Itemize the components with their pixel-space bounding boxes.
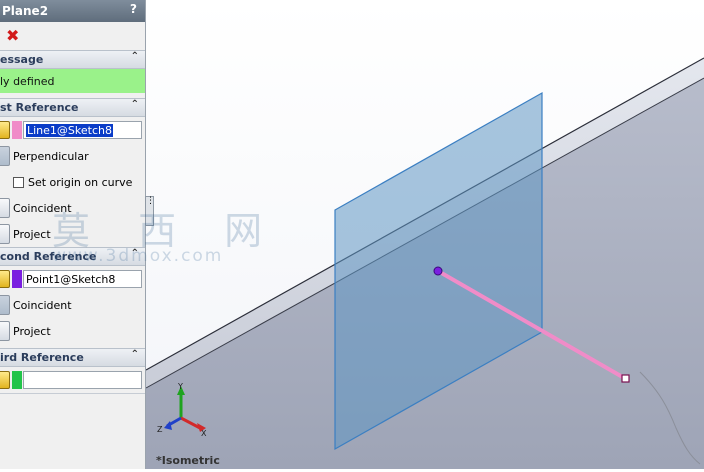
collapse-chevron-icon[interactable]: ⌃: [131, 99, 139, 110]
view-orientation-label: *Isometric: [156, 454, 220, 467]
line-endpoint[interactable]: [621, 374, 630, 383]
cancel-icon[interactable]: ✖: [6, 28, 19, 44]
set-origin-option[interactable]: Set origin on curve: [0, 169, 145, 195]
project-label: Project: [13, 324, 51, 338]
coincident-label: Coincident: [13, 298, 72, 312]
sketch-point1[interactable]: [433, 266, 443, 276]
third-reference-selection[interactable]: [0, 367, 145, 393]
triad-label-z: Z: [157, 425, 163, 434]
message-header-label: essage: [0, 53, 44, 66]
panel-divider: [0, 393, 145, 394]
selection-icon: [0, 121, 10, 139]
third-reference-label: ird Reference: [0, 351, 84, 364]
project-icon[interactable]: [0, 224, 10, 244]
triad-label-x: X: [201, 429, 207, 438]
perpendicular-icon[interactable]: [0, 146, 10, 166]
perpendicular-option[interactable]: Perpendicular: [0, 143, 145, 169]
status-message: ly defined: [0, 69, 145, 93]
second-reference-selection[interactable]: Point1@Sketch8: [0, 266, 145, 292]
panel-toolbar: ✖: [0, 22, 145, 50]
first-reference-field[interactable]: Line1@Sketch8: [23, 121, 142, 139]
project-icon[interactable]: [0, 321, 10, 341]
first-reference-header[interactable]: st Reference ⌃: [0, 98, 145, 117]
collapse-chevron-icon[interactable]: ⌃: [131, 349, 139, 360]
coincident-option-2[interactable]: Coincident: [0, 292, 145, 318]
coincident-icon[interactable]: [0, 295, 10, 315]
first-reference-label: st Reference: [0, 101, 79, 114]
first-reference-value: Line1@Sketch8: [26, 123, 113, 137]
panel-titlebar: Plane2 ?: [0, 0, 145, 22]
third-ref-color-swatch: [12, 371, 22, 389]
first-reference-selection[interactable]: Line1@Sketch8: [0, 117, 145, 143]
watermark-url: www.3dmox.com: [52, 246, 224, 266]
collapse-chevron-icon[interactable]: ⌃: [131, 51, 139, 62]
coincident-icon[interactable]: [0, 198, 10, 218]
selection-icon: [0, 371, 10, 389]
project-label: Project: [13, 227, 51, 241]
third-reference-header[interactable]: ird Reference ⌃: [0, 348, 145, 367]
help-button[interactable]: ?: [130, 2, 137, 16]
panel-title: Plane2: [2, 4, 49, 18]
message-section-header[interactable]: essage ⌃: [0, 50, 145, 69]
second-reference-field[interactable]: Point1@Sketch8: [23, 270, 142, 288]
project-option-2[interactable]: Project: [0, 318, 145, 344]
second-ref-color-swatch: [12, 270, 22, 288]
triad-label-y: Y: [177, 382, 183, 391]
third-reference-field[interactable]: [23, 371, 142, 389]
perpendicular-label: Perpendicular: [13, 149, 89, 163]
set-origin-checkbox[interactable]: [13, 176, 24, 188]
first-ref-color-swatch: [12, 121, 22, 139]
set-origin-label: Set origin on curve: [28, 175, 133, 189]
second-reference-value: Point1@Sketch8: [26, 272, 116, 286]
selection-icon: [0, 270, 10, 288]
